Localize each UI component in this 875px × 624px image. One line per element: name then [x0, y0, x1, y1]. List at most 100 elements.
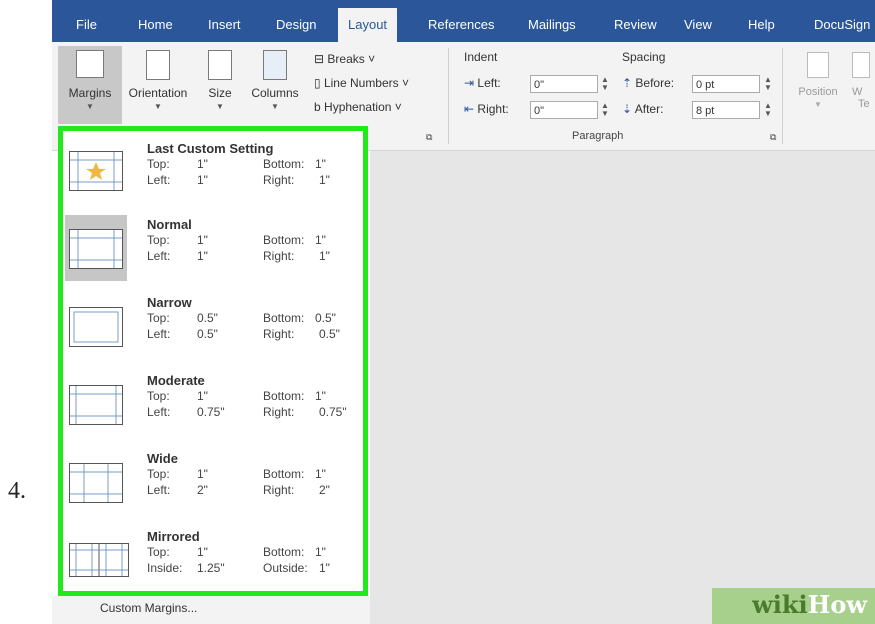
option-value: 1": [315, 389, 326, 403]
tab-references[interactable]: References: [418, 0, 504, 42]
tab-docusign[interactable]: DocuSign: [804, 0, 875, 42]
option-key: Left:: [147, 249, 171, 263]
hyphenation-button[interactable]: b Hyphenation ˅: [314, 100, 402, 114]
paragraph-launcher-icon[interactable]: ⧉: [770, 132, 776, 143]
margins-button[interactable]: Margins ▼: [58, 46, 122, 124]
star-icon: [70, 152, 122, 190]
breaks-button[interactable]: ⊟ Breaks ˅: [314, 52, 375, 66]
option-key: Left:: [147, 173, 171, 187]
option-value: 1": [197, 233, 208, 247]
hyphenation-icon: b: [314, 100, 321, 114]
wrap-text-label-2: Te: [858, 98, 870, 110]
moderate-thumbnail: [69, 385, 123, 425]
wikihow-logo: wikiHow: [752, 590, 867, 619]
position-caret-icon: ▼: [814, 100, 822, 109]
margin-option-mirrored[interactable]: Mirrored Top: 1" Bottom: 1" Inside: 1.25…: [63, 523, 363, 599]
margin-option-narrow[interactable]: Narrow Top: 0.5" Bottom: 0.5" Left: 0.5"…: [63, 289, 363, 365]
columns-button[interactable]: Columns ▼: [246, 46, 304, 124]
indent-left-spinner[interactable]: ▲ ▼: [601, 76, 609, 92]
option-value: 0.5": [319, 327, 340, 341]
option-value: 1": [315, 545, 326, 559]
indent-left-input[interactable]: 0": [530, 75, 598, 93]
margin-option-wide[interactable]: Wide Top: 1" Bottom: 1" Left: 2" Right: …: [63, 445, 363, 521]
tab-layout[interactable]: Layout: [338, 8, 398, 42]
tab-design[interactable]: Design: [266, 0, 326, 42]
option-key: Left:: [147, 405, 171, 419]
tab-mailings[interactable]: Mailings: [518, 0, 586, 42]
page-setup-launcher-icon[interactable]: ⧉: [426, 132, 432, 143]
orientation-label: Orientation: [128, 86, 188, 100]
option-key: Top:: [147, 467, 170, 481]
option-value: 2": [319, 483, 330, 497]
indent-right-input[interactable]: 0": [530, 101, 598, 119]
option-value: 1": [197, 389, 208, 403]
step-number: 4.: [8, 478, 26, 504]
option-value: 1": [319, 561, 330, 575]
spacing-after-input[interactable]: 8 pt: [692, 101, 760, 119]
wrap-text-button[interactable]: W Te: [852, 52, 875, 110]
tab-help[interactable]: Help: [738, 0, 785, 42]
spacing-before-label: ⇡ Before:: [622, 76, 675, 90]
option-key: Top:: [147, 311, 170, 325]
option-key: Bottom:: [263, 311, 305, 325]
option-key: Right:: [263, 405, 295, 419]
option-key: Outside:: [263, 561, 308, 575]
ribbon-tab-bar: File Home Insert Design Layout Reference…: [52, 0, 875, 42]
tab-file[interactable]: File: [66, 0, 107, 42]
size-icon: [208, 50, 232, 80]
columns-caret-icon: ▼: [271, 102, 279, 111]
spacing-after-spinner[interactable]: ▲ ▼: [764, 102, 772, 118]
position-icon: [807, 52, 829, 78]
option-key: Top:: [147, 233, 170, 247]
tab-review[interactable]: Review: [604, 0, 667, 42]
hyphenation-label: Hyphenation ˅: [324, 100, 402, 114]
orientation-button[interactable]: Orientation ▼: [122, 46, 194, 124]
size-button[interactable]: Size ▼: [198, 46, 242, 124]
page-margins-icon: [70, 230, 122, 268]
spacing-after-icon: ⇣: [622, 102, 633, 116]
option-key: Bottom:: [263, 233, 305, 247]
option-value: 0.5": [197, 311, 218, 325]
option-value: 1": [319, 249, 330, 263]
mirrored-thumbnail: [69, 543, 129, 577]
normal-thumbnail: [69, 229, 123, 269]
page-margins-icon: [70, 386, 122, 424]
spacing-before-spinner[interactable]: ▲ ▼: [764, 76, 772, 92]
wide-thumbnail: [69, 463, 123, 503]
margin-option-moderate[interactable]: Moderate Top: 1" Bottom: 1" Left: 0.75" …: [63, 367, 363, 443]
option-value: 1": [319, 173, 330, 187]
wrap-text-label: W: [852, 86, 863, 98]
option-value: 1": [315, 467, 326, 481]
margin-option-last-custom[interactable]: Last Custom Setting Top: 1" Bottom: 1" L…: [63, 135, 363, 211]
line-numbers-label: Line Numbers ˅: [323, 76, 409, 90]
line-numbers-button[interactable]: ▯ Line Numbers ˅: [314, 76, 409, 90]
option-value: 2": [197, 483, 208, 497]
indent-title: Indent: [464, 50, 498, 64]
indent-right-spinner[interactable]: ▲ ▼: [601, 102, 609, 118]
option-value: 1": [315, 233, 326, 247]
spacing-before-input[interactable]: 0 pt: [692, 75, 760, 93]
option-key: Bottom:: [263, 389, 305, 403]
custom-margins-menu-item[interactable]: Custom Margins...: [100, 601, 197, 615]
breaks-label: Breaks ˅: [327, 52, 376, 66]
option-key: Left:: [147, 327, 171, 341]
document-canvas[interactable]: [370, 151, 875, 624]
option-key: Bottom:: [263, 157, 305, 171]
option-key: Top:: [147, 545, 170, 559]
option-value: 1": [197, 545, 208, 559]
option-title: Moderate: [147, 373, 205, 388]
tab-view[interactable]: View: [674, 0, 722, 42]
tab-insert[interactable]: Insert: [198, 0, 251, 42]
option-key: Right:: [263, 249, 295, 263]
option-key: Right:: [263, 483, 295, 497]
option-title: Last Custom Setting: [147, 141, 274, 156]
margins-label: Margins: [68, 86, 112, 100]
orientation-caret-icon: ▼: [154, 102, 162, 111]
option-value: 1": [197, 467, 208, 481]
spacing-after-label: ⇣ After:: [622, 102, 664, 116]
tab-home[interactable]: Home: [128, 0, 183, 42]
margin-option-normal[interactable]: Normal Top: 1" Bottom: 1" Left: 1" Right…: [63, 211, 363, 287]
spacing-title: Spacing: [622, 50, 666, 64]
position-button[interactable]: Position ▼: [792, 52, 844, 109]
breaks-icon: ⊟: [314, 52, 325, 66]
